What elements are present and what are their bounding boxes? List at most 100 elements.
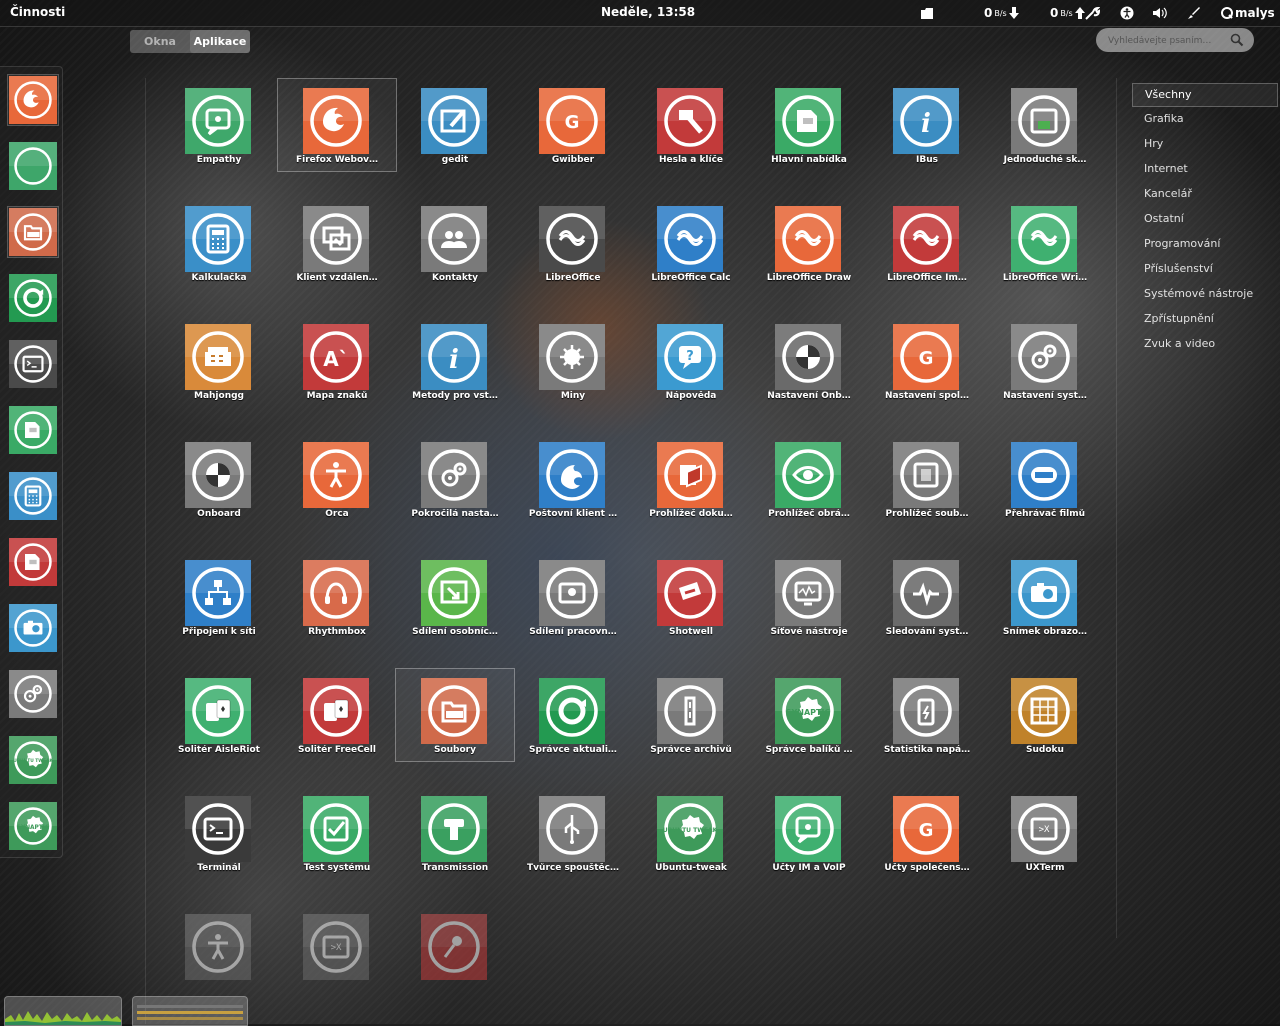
category-item[interactable]: Ostatní (1132, 208, 1276, 230)
dash-item-ubuntu-tweak[interactable]: UBUNTU TWEAK (8, 735, 58, 785)
app-launcher[interactable]: Firefox Webov… (277, 78, 397, 172)
app-launcher[interactable]: Test systému (278, 787, 396, 879)
app-launcher[interactable]: Přehrávač filmů (986, 433, 1104, 525)
app-launcher[interactable]: G Nastavení spol… (868, 315, 986, 407)
workspace-thumbnail-1[interactable] (4, 996, 122, 1026)
app-launcher[interactable]: Soubory (395, 668, 515, 762)
app-launcher[interactable]: Solitér AisleRiot (160, 669, 278, 761)
tab-windows[interactable]: Okna (130, 30, 190, 53)
dash-item-nastaveni[interactable] (8, 669, 58, 719)
clock[interactable]: Neděle, 13:58 (601, 5, 695, 19)
app-launcher[interactable]: LibreOffice Im… (868, 197, 986, 289)
app-launcher[interactable]: Statistika napá… (868, 669, 986, 761)
app-launcher[interactable]: i IBus (868, 79, 986, 171)
category-item[interactable]: Všechny (1132, 83, 1278, 107)
wrench-icon[interactable] (1084, 4, 1100, 22)
app-launcher[interactable] (396, 905, 514, 997)
app-launcher[interactable]: Pokročilá nasta… (396, 433, 514, 525)
app-launcher[interactable]: Tvůrce spouštěc… (514, 787, 632, 879)
app-launcher[interactable]: Mahjongg (160, 315, 278, 407)
dash-item-snimek[interactable] (8, 603, 58, 653)
category-item[interactable]: Hry (1132, 133, 1276, 155)
app-launcher[interactable]: Shotwell (632, 551, 750, 643)
category-item[interactable]: Programování (1132, 233, 1276, 255)
app-launcher[interactable]: Síťové nástroje (750, 551, 868, 643)
app-launcher[interactable]: Solitér FreeCell (278, 669, 396, 761)
app-launcher[interactable]: G Gwibber (514, 79, 632, 171)
workspace-thumbnail-2[interactable] (132, 996, 248, 1026)
app-launcher[interactable]: UBUNTU TWEAK Ubuntu-tweak (632, 787, 750, 879)
category-item[interactable]: Zpřístupnění (1132, 308, 1276, 330)
app-launcher[interactable]: Transmission (396, 787, 514, 879)
net-upload[interactable]: 0 B/s (1050, 4, 1085, 22)
category-item[interactable]: Kancelář (1132, 183, 1276, 205)
accessibility-icon[interactable] (1120, 4, 1134, 22)
category-item[interactable]: Grafika (1132, 108, 1276, 130)
app-launcher[interactable]: Orca (278, 433, 396, 525)
app-launcher[interactable]: Nastavení syst… (986, 315, 1104, 407)
app-launcher[interactable]: Hesla a klíče (632, 79, 750, 171)
dash-item-terminal[interactable] (8, 339, 58, 389)
user-menu[interactable]: malys (1221, 4, 1275, 22)
app-launcher[interactable]: Sledování syst… (868, 551, 986, 643)
app-launcher[interactable]: gedit (396, 79, 514, 171)
app-launcher[interactable]: Kontakty (396, 197, 514, 289)
app-launcher[interactable]: LibreOffice Draw (750, 197, 868, 289)
app-launcher[interactable]: LibreOffice (514, 197, 632, 289)
app-launcher[interactable]: Prohlížeč doku… (632, 433, 750, 525)
app-launcher[interactable]: Jednoduché sk… (986, 79, 1104, 171)
app-launcher[interactable]: i Metody pro vst… (396, 315, 514, 407)
app-launcher[interactable]: Připojení k síti (160, 551, 278, 643)
app-launcher[interactable]: Sudoku (986, 669, 1104, 761)
dash-item-hesla[interactable] (8, 537, 58, 587)
dash-item-soubory[interactable] (7, 206, 59, 258)
net-download[interactable]: 0 B/s (984, 4, 1019, 22)
dash-item-hlavni-nabidka[interactable] (8, 405, 58, 455)
app-launcher[interactable]: Kalkulačka (160, 197, 278, 289)
app-launcher[interactable]: A` Mapa znaků (278, 315, 396, 407)
app-launcher[interactable]: Poštovní klient … (514, 433, 632, 525)
dash-item-kalkulacka[interactable] (8, 471, 58, 521)
app-launcher[interactable]: >X (278, 905, 396, 997)
dash: UBUNTU TWEAK SYNAPTIC (0, 66, 63, 858)
app-launcher[interactable]: Správce archivů (632, 669, 750, 761)
search-input[interactable] (1106, 32, 1228, 50)
category-item[interactable]: Systémové nástroje (1132, 283, 1276, 305)
dash-item-synaptic[interactable]: SYNAPTIC (8, 801, 58, 851)
volume-icon[interactable] (1153, 4, 1167, 22)
app-launcher[interactable]: Sdílení osobníc… (396, 551, 514, 643)
app-launcher[interactable]: Klient vzdálen… (278, 197, 396, 289)
app-label: Soubory (433, 745, 476, 755)
app-launcher[interactable]: G Účty společens… (868, 787, 986, 879)
dash-item-spravce-aktualizaci[interactable] (8, 273, 58, 323)
app-launcher[interactable]: Správce aktuali… (514, 669, 632, 761)
app-launcher[interactable]: ? Nápověda (632, 315, 750, 407)
app-launcher[interactable]: LibreOffice Calc (632, 197, 750, 289)
app-launcher[interactable]: Sdílení pracovn… (514, 551, 632, 643)
app-launcher[interactable]: Terminál (160, 787, 278, 879)
brush-icon[interactable] (1187, 4, 1201, 22)
app-launcher[interactable]: Hlavní nabídka (750, 79, 868, 171)
activities-button[interactable]: Činnosti (10, 5, 65, 19)
app-launcher[interactable] (160, 905, 278, 997)
category-item[interactable]: Zvuk a video (1132, 333, 1276, 355)
tab-applications[interactable]: Aplikace (190, 30, 250, 53)
app-launcher[interactable]: SYNAPTIC Správce balíků … (750, 669, 868, 761)
dash-item-gwibber[interactable] (8, 141, 58, 191)
app-launcher[interactable]: Rhythmbox (278, 551, 396, 643)
search-icon[interactable] (1230, 32, 1244, 51)
app-launcher[interactable]: Prohlížeč obrá… (750, 433, 868, 525)
folder-icon[interactable] (920, 4, 934, 22)
app-launcher[interactable]: Účty IM a VoIP (750, 787, 868, 879)
app-launcher[interactable]: Nastavení Onb… (750, 315, 868, 407)
app-launcher[interactable]: >X UXTerm (986, 787, 1104, 879)
category-item[interactable]: Příslušenství (1132, 258, 1276, 280)
category-item[interactable]: Internet (1132, 158, 1276, 180)
app-launcher[interactable]: Snímek obrazo… (986, 551, 1104, 643)
app-launcher[interactable]: Prohlížeč soub… (868, 433, 986, 525)
app-launcher[interactable]: Empathy (160, 79, 278, 171)
app-launcher[interactable]: Miny (514, 315, 632, 407)
app-launcher[interactable]: LibreOffice Wri… (986, 197, 1104, 289)
app-launcher[interactable]: Onboard (160, 433, 278, 525)
dash-item-firefox[interactable] (7, 74, 59, 126)
